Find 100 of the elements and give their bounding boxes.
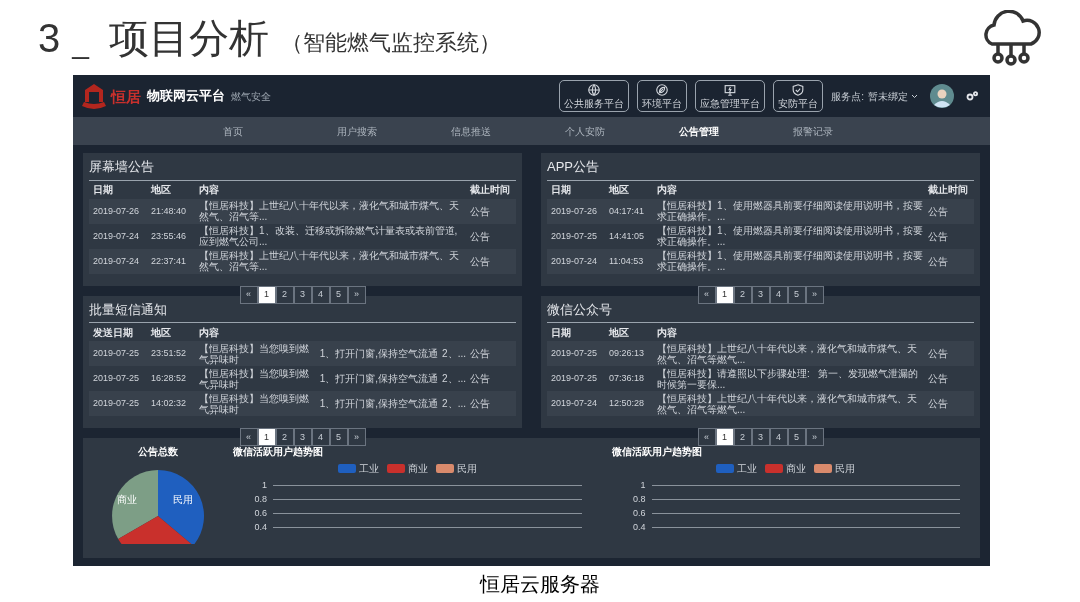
panel-title: 微信公众号 [547, 299, 974, 323]
column-header: 内容 [199, 325, 220, 340]
chart-title: 微信活跃用户趋势图 [611, 445, 703, 459]
column-header: 内容 [657, 325, 678, 340]
column-header: 内容 [199, 183, 220, 197]
table-cell-text: 16:28:52 [151, 373, 188, 384]
page-button[interactable]: 4 [769, 285, 788, 304]
table-cell-text: 2019-07-26 [93, 205, 141, 217]
page-button[interactable]: » [347, 285, 366, 304]
settings-icon[interactable] [966, 91, 978, 101]
table-cell-text: 11:04:53 [609, 255, 645, 267]
page-button[interactable]: » [805, 285, 824, 304]
table-cell-text: 2019-07-25 [93, 373, 141, 384]
table-cell: 2、... [442, 373, 466, 384]
axis-tick-label: 0.4 [253, 521, 267, 533]
page-button[interactable]: « [239, 285, 258, 304]
table-cell-text: 12:50:28 [609, 398, 646, 409]
platform-button[interactable]: 安防平台 [773, 80, 824, 112]
chart-title: 公告总数 [138, 445, 178, 459]
slide-subtitle: （智能燃气监控系统） [280, 31, 501, 54]
axis-tick-label: 0.8 [253, 493, 267, 505]
platform-subtitle: 燃气安全 [231, 89, 271, 104]
nav-tab[interactable]: 用户搜索 [337, 123, 451, 139]
page-button[interactable]: « [697, 285, 716, 304]
table-cell: 【恒居科技】1、使用燃器具前要仔细阅读使用说明书，按要求正确操作。... [657, 225, 924, 247]
panel-title: APP公告 [547, 157, 974, 181]
column-header: 日期 [551, 183, 572, 197]
platform-button[interactable]: 公共服务平台 [559, 80, 630, 112]
column-header: 地区 [609, 325, 630, 340]
table-cell-text: 09:26:13 [609, 348, 646, 359]
table-cell: 【恒居科技】1、使用燃器具前要仔细阅读使用说明书，按要求正确操作。... [657, 200, 924, 222]
axis-tick-label: 1 [639, 479, 646, 491]
panel-title: 批量短信通知 [89, 299, 516, 323]
table-cell-text: 公告 [928, 205, 949, 217]
column-header: 日期 [93, 183, 114, 197]
table-cell-text: 2019-07-25 [551, 373, 599, 384]
slide-number: 3 [38, 17, 61, 58]
service-point-label: 服务点: [831, 89, 864, 104]
page-button[interactable]: « [239, 428, 258, 446]
avatar[interactable] [930, 84, 954, 108]
page-button[interactable]: 1 [257, 285, 276, 304]
panel-title: 屏幕墙公告 [89, 157, 516, 181]
table-cell-text: 2019-07-24 [551, 255, 599, 267]
table-cell-text: 21:48:40 [151, 205, 188, 217]
table-cell: 2、... [442, 348, 466, 359]
nav-tab[interactable]: 公告管理 [679, 123, 793, 139]
table-cell-text: 07:36:18 [609, 373, 646, 384]
service-point-dropdown[interactable]: 暂未绑定 [868, 88, 918, 104]
table-cell-text: 【恒居科技】当您嗅到燃气异味时 [199, 392, 310, 415]
column-header: 日期 [551, 325, 572, 340]
slide-title: 项目分析 [108, 17, 269, 58]
table-cell-text: 公告 [470, 398, 491, 409]
caret-icon [911, 93, 918, 99]
nav-tab[interactable]: 信息推送 [451, 123, 565, 139]
column-header: 内容 [657, 183, 678, 197]
column-header: 截止时间 [470, 183, 511, 197]
nav-tab[interactable]: 首页 [223, 123, 337, 139]
page-button[interactable]: 2 [275, 285, 294, 304]
page-button[interactable]: 2 [733, 285, 752, 304]
table-cell-text: 【恒居科技】1、改装、迁移或拆除燃气计量表或表前管道,应到燃气公司... [199, 225, 459, 247]
page-button[interactable]: 5 [787, 285, 806, 304]
slide-separator: _ [72, 27, 89, 58]
slide-caption: 恒居云服务器 [480, 571, 600, 598]
table-cell: 1、打开门窗,保持空气流通 [319, 373, 439, 384]
legend-label: 工业 [737, 462, 758, 476]
table-cell-text: 公告 [470, 230, 491, 242]
slice-label: 民用 [173, 493, 193, 507]
axis-tick-label: 0.8 [632, 493, 646, 505]
legend-label: 民用 [835, 462, 856, 476]
table-cell-text: 公告 [470, 348, 491, 359]
table-cell-text: 公告 [470, 373, 491, 384]
table-cell-text: 公告 [928, 255, 949, 267]
table-cell-text: 【恒居科技】请遵照以下步骤处理: 第一、发现燃气泄漏的时候第一要保... [657, 367, 920, 390]
column-header: 截止时间 [928, 183, 969, 197]
platform-button[interactable]: 环境平台 [637, 80, 688, 112]
chart-title: 微信活跃用户趋势图 [233, 445, 324, 459]
slice-label: 商业 [117, 493, 137, 507]
table-cell-text: 2019-07-24 [93, 230, 141, 242]
table-cell: 2、... [442, 398, 466, 409]
axis-tick-label: 1 [261, 479, 267, 491]
nav-tab[interactable]: 个人安防 [565, 123, 679, 139]
table-cell-text: 【恒居科技】上世纪八十年代以来，液化气和城市煤气、天然气、沼气等燃气... [657, 342, 918, 365]
nav-tab[interactable]: 报警记录 [793, 123, 907, 139]
page-button[interactable]: 3 [751, 285, 770, 304]
table-cell-text: 公告 [470, 255, 491, 267]
platform-button[interactable]: 应急管理平台 [695, 80, 766, 112]
table-cell-text: 【恒居科技】当您嗅到燃气异味时 [199, 342, 310, 365]
page-button[interactable]: 5 [329, 285, 348, 304]
legend-label: 商业 [786, 462, 807, 476]
table-cell-text: 23:55:46 [151, 230, 188, 242]
page-button[interactable]: 1 [715, 285, 734, 304]
table-cell-text: 14:41:05 [609, 230, 646, 242]
leaf-icon [655, 83, 670, 97]
table-cell-text: 14:02:32 [151, 398, 188, 409]
page-button[interactable]: 3 [293, 285, 312, 304]
legend-label: 民用 [456, 462, 477, 476]
table-cell-text: 2019-07-26 [551, 205, 599, 217]
page-button[interactable]: « [697, 428, 716, 446]
page-button[interactable]: 4 [311, 285, 330, 304]
table-cell-text: 公告 [928, 373, 949, 384]
